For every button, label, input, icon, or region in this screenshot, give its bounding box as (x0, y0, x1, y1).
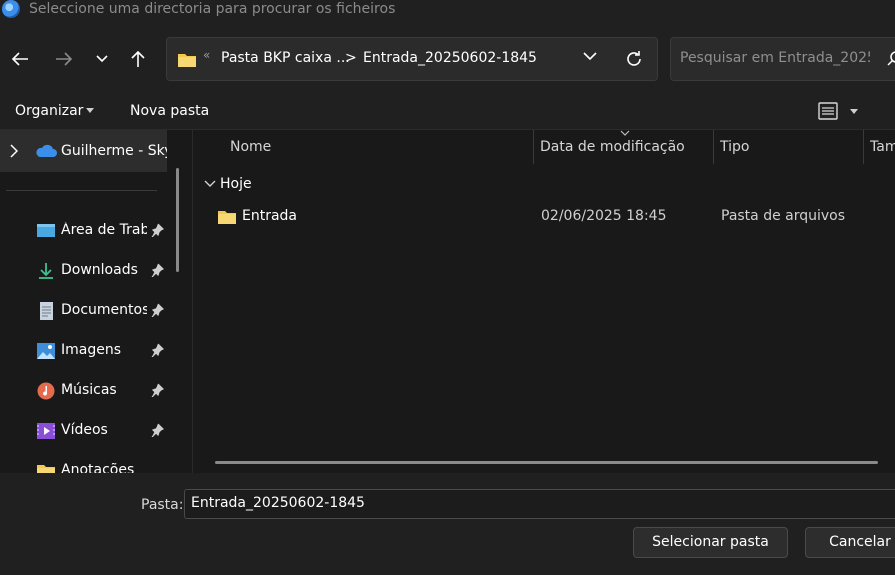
back-button[interactable] (7, 46, 33, 72)
search-icon[interactable] (887, 51, 895, 67)
search-input[interactable]: Pesquisar em Entrada_2025... (680, 50, 870, 66)
group-collapse-icon[interactable] (204, 180, 216, 188)
row-name: Entrada (242, 208, 298, 224)
dialog-footer: Pasta: Entrada_20250602-1845 Selecionar … (0, 473, 895, 575)
cancel-button[interactable]: Cancelar (805, 527, 895, 558)
address-bar[interactable]: « Pasta BKP caixa ... > Entrada_20250602… (166, 37, 658, 81)
column-separator[interactable] (713, 130, 714, 164)
sidebar-item-label: Área de Trab (61, 222, 147, 238)
column-header-name[interactable]: Nome (230, 139, 271, 155)
breadcrumb-separator[interactable]: > (345, 50, 357, 66)
folder-name-input[interactable]: Entrada_20250602-1845 (184, 489, 895, 519)
sidebar-item-label: Documentos (61, 302, 147, 318)
downloads-icon (39, 263, 53, 279)
sidebar-item-notes[interactable]: Anotações (0, 453, 167, 473)
chevron-down-icon (96, 55, 108, 63)
group-header-today[interactable]: Hoje (220, 176, 252, 192)
desktop-icon (37, 224, 55, 237)
sidebar-divider (6, 190, 157, 191)
select-folder-button[interactable]: Selecionar pasta (633, 527, 788, 558)
music-icon (37, 382, 55, 400)
address-overflow-icon[interactable]: « (203, 48, 210, 62)
documents-icon (40, 302, 53, 320)
column-header-date[interactable]: Data de modificação (540, 139, 685, 155)
window-title: Seleccione uma directoria para procurar … (29, 1, 396, 17)
sidebar-item-label: Vídeos (61, 422, 108, 438)
breadcrumb-parent[interactable]: Pasta BKP caixa ... (221, 50, 350, 66)
address-dropdown-icon[interactable] (583, 52, 597, 61)
folder-field-label: Pasta: (141, 497, 184, 513)
command-toolbar: Organizar Nova pasta (0, 92, 895, 130)
column-header-size[interactable]: Tam (870, 139, 895, 155)
up-button[interactable] (125, 46, 151, 72)
pin-icon[interactable] (150, 383, 164, 397)
file-list: Nome Data de modificação Tipo Tam Hoje E… (192, 130, 895, 473)
sidebar-item-downloads[interactable]: Downloads (0, 253, 167, 289)
sidebar-item-music[interactable]: Músicas (0, 373, 167, 409)
folder-icon (218, 211, 236, 224)
breadcrumb-current[interactable]: Entrada_20250602-1845 (363, 50, 537, 66)
pin-icon[interactable] (150, 223, 164, 237)
navigation-pane: Guilherme - Skyr Área de Trab Downloads … (0, 130, 182, 473)
sidebar-scrollbar[interactable] (176, 168, 179, 272)
view-options-caret-icon[interactable] (850, 109, 858, 114)
column-separator[interactable] (863, 130, 864, 164)
row-type: Pasta de arquivos (721, 208, 846, 224)
folder-icon (178, 54, 196, 67)
up-arrow-icon (131, 50, 145, 67)
column-separator[interactable] (533, 130, 534, 164)
table-row[interactable]: Entrada 02/06/2025 18:45 Pasta de arquiv… (213, 202, 873, 232)
pin-icon[interactable] (150, 303, 164, 317)
sidebar-item-label: Músicas (61, 382, 117, 398)
search-box[interactable]: Pesquisar em Entrada_2025... (670, 37, 895, 81)
view-options-icon[interactable] (818, 101, 838, 121)
sidebar-item-pictures[interactable]: Imagens (0, 333, 167, 369)
sidebar-item-label: Guilherme - Skyr (61, 143, 167, 159)
videos-icon (37, 423, 55, 439)
title-bar: Seleccione uma directoria para procurar … (0, 0, 895, 22)
cloud-icon (36, 144, 57, 157)
sort-indicator-icon (620, 130, 630, 136)
forward-button[interactable] (51, 46, 77, 72)
pin-icon[interactable] (150, 343, 164, 357)
app-icon (2, 0, 20, 18)
pin-icon[interactable] (150, 263, 164, 277)
sidebar-item-label: Anotações (61, 462, 135, 473)
chevron-right-icon[interactable] (10, 144, 18, 158)
sidebar-item-desktop[interactable]: Área de Trab (0, 213, 167, 249)
sidebar-item-videos[interactable]: Vídeos (0, 413, 167, 449)
sidebar-item-label: Imagens (61, 342, 122, 358)
folder-icon (37, 465, 55, 473)
sidebar-item-onedrive[interactable]: Guilherme - Skyr (0, 130, 167, 172)
sidebar-item-documents[interactable]: Documentos (0, 293, 167, 329)
recent-locations-button[interactable] (89, 46, 115, 72)
pictures-icon (37, 343, 55, 359)
new-folder-button[interactable]: Nova pasta (130, 103, 209, 119)
forward-arrow-icon (56, 52, 73, 66)
sidebar-item-label: Downloads (61, 262, 138, 278)
organize-button[interactable]: Organizar (15, 103, 83, 119)
pin-icon[interactable] (150, 423, 164, 437)
organize-caret-icon (86, 108, 94, 113)
folder-name-value[interactable]: Entrada_20250602-1845 (191, 495, 365, 511)
refresh-icon[interactable] (624, 49, 644, 69)
navigation-bar: « Pasta BKP caixa ... > Entrada_20250602… (0, 22, 895, 92)
horizontal-scrollbar[interactable] (215, 461, 878, 464)
column-header-type[interactable]: Tipo (720, 139, 749, 155)
row-date: 02/06/2025 18:45 (541, 208, 667, 224)
back-arrow-icon (11, 52, 28, 66)
